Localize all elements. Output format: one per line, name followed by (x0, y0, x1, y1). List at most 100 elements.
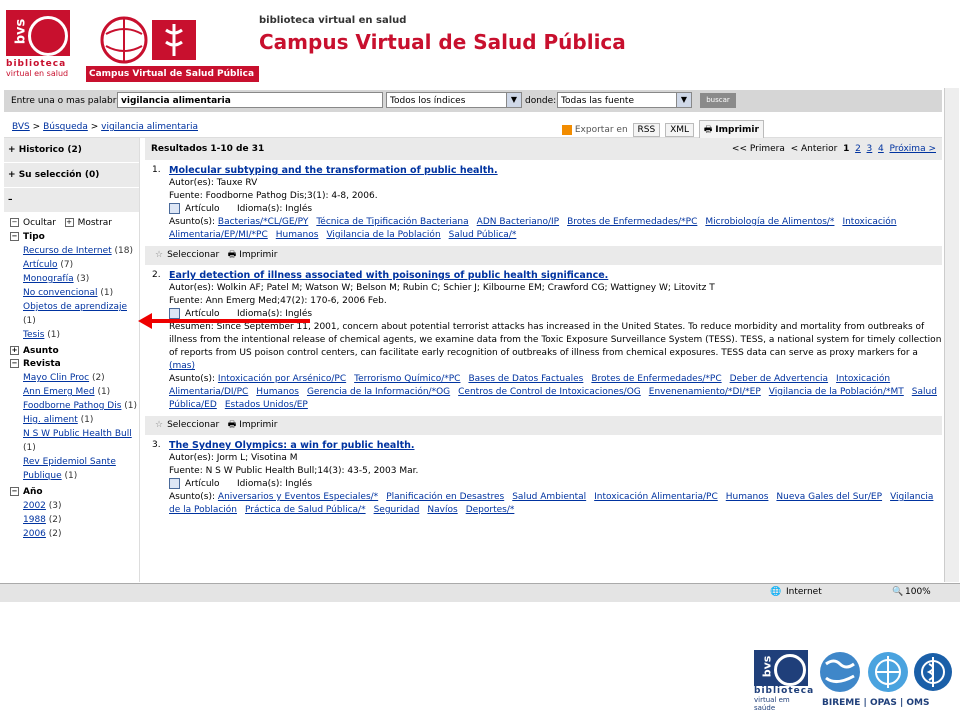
breadcrumb-bvs[interactable]: BVS (12, 122, 30, 132)
subject-link[interactable]: Salud Pública/* (449, 230, 517, 240)
subject-link[interactable]: Planificación en Desastres (386, 492, 504, 502)
pager-page[interactable]: 3 (867, 144, 873, 154)
footer-logos: bvs biblioteca virtual em saúde BIREME |… (754, 650, 954, 714)
pager-next[interactable]: Próxima > (889, 144, 936, 154)
subject-link[interactable]: Práctica de Salud Pública/* (245, 505, 366, 515)
record-language: Idioma(s): Inglés (237, 204, 313, 214)
record-title[interactable]: The Sydney Olympics: a win for public he… (169, 439, 942, 452)
facet-link[interactable]: Ann Emerg Med (23, 387, 95, 397)
subject-link[interactable]: Intoxicación por Arsénico/PC (218, 374, 346, 384)
subject-link[interactable]: Brotes de Enfermedades/*PC (567, 217, 697, 227)
record-title[interactable]: Early detection of illness associated wi… (169, 269, 942, 282)
seleccion-toggle[interactable]: + Su selección (0) (4, 163, 139, 188)
bvs-logo[interactable]: bvs biblioteca virtual en salud (6, 10, 70, 80)
subject-link[interactable]: Seguridad (374, 505, 420, 515)
print-label: Imprimir (715, 125, 759, 135)
bvs-circle-icon (28, 16, 68, 56)
filters-collapse[interactable]: – (4, 188, 139, 213)
pager-prev[interactable]: < Anterior (791, 144, 838, 154)
facet-link[interactable]: 2006 (23, 529, 46, 539)
subject-link[interactable]: Técnica de Tipificación Bacteriana (316, 217, 468, 227)
facet-link[interactable]: Foodborne Pathog Dis (23, 401, 121, 411)
subject-link[interactable]: ADN Bacteriano/IP (477, 217, 559, 227)
record-title[interactable]: Molecular subtyping and the transformati… (169, 164, 942, 177)
pager-first[interactable]: << Primera (732, 144, 785, 154)
page-title: Campus Virtual de Salud Pública (259, 30, 626, 54)
facet-tipo[interactable]: − Tipo (4, 231, 139, 244)
breadcrumb-query[interactable]: vigilancia alimentaria (101, 122, 198, 132)
subject-link[interactable]: Centros de Control de Intoxicaciones/OG (458, 387, 641, 397)
subject-link[interactable]: Deportes/* (466, 505, 515, 515)
subjects-label: Asunto(s): (169, 217, 216, 227)
more-link[interactable]: (mas) (169, 361, 195, 371)
facet-link[interactable]: Artículo (23, 260, 58, 270)
document-icon (169, 478, 180, 489)
print-link[interactable]: Imprimir (239, 420, 277, 430)
bvs-logo-mark: bvs (6, 10, 70, 56)
facet-asunto[interactable]: + Asunto (4, 345, 139, 358)
facet-link[interactable]: Tesis (23, 330, 44, 340)
facet-link[interactable]: Mayo Clin Proc (23, 373, 89, 383)
facet-link[interactable]: Hig. aliment (23, 415, 78, 425)
subject-link[interactable]: Aniversarios y Eventos Especiales/* (218, 492, 378, 502)
record-abstract: Resumen: Since September 11, 2001, conce… (169, 321, 942, 373)
subject-link[interactable]: Estados Unidos/EP (225, 400, 308, 410)
vertical-scrollbar[interactable] (944, 88, 959, 582)
facet-revista[interactable]: − Revista (4, 358, 139, 371)
record-source: Fuente: N S W Public Health Bull;14(3): … (169, 466, 419, 476)
subject-link[interactable]: Navíos (427, 505, 457, 515)
donde-label: donde: (525, 96, 557, 106)
subject-link[interactable]: Vigilancia de la Población (326, 230, 440, 240)
historico-toggle[interactable]: + Historico (2) (4, 138, 139, 163)
export-xml-button[interactable]: XML (665, 123, 695, 137)
search-input[interactable]: vigilancia alimentaria (117, 92, 383, 108)
select-link[interactable]: Seleccionar (167, 420, 219, 430)
subject-link[interactable]: Humanos (256, 387, 299, 397)
select-link[interactable]: Seleccionar (167, 250, 219, 260)
facet-link[interactable]: 2002 (23, 501, 46, 511)
subject-link[interactable]: Nueva Gales del Sur/EP (776, 492, 882, 502)
subject-link[interactable]: Bases de Datos Factuales (468, 374, 583, 384)
mostrar-link[interactable]: Mostrar (78, 218, 112, 228)
subject-link[interactable]: Deber de Advertencia (730, 374, 828, 384)
search-button[interactable]: buscar (700, 93, 736, 108)
subject-link[interactable]: Intoxicación Alimentaria/PC (594, 492, 718, 502)
seleccion-count: (0) (84, 170, 100, 180)
subject-link[interactable]: Terrorismo Químico/*PC (354, 374, 460, 384)
source-select[interactable]: Todas las fuente ▼ (557, 92, 692, 108)
print-button[interactable]: 🖶 Imprimir (698, 120, 764, 140)
facet-ano[interactable]: − Año (4, 486, 139, 499)
zoom-icon: 🔍 (892, 587, 904, 597)
facet-item: Tesis (1) (4, 328, 139, 342)
facet-link[interactable]: Objetos de aprendizaje (23, 302, 127, 312)
subject-link[interactable]: Envenenamiento/*DI/*EP (649, 387, 761, 397)
index-select[interactable]: Todos los índices ▼ (386, 92, 522, 108)
pager-page[interactable]: 2 (855, 144, 861, 154)
facet-link[interactable]: Monografía (23, 274, 74, 284)
facet-count: (1) (23, 443, 36, 453)
ocultar-link[interactable]: Ocultar (23, 218, 56, 228)
breadcrumb-separator: > (32, 122, 41, 132)
facet-link[interactable]: Recurso de Internet (23, 246, 112, 256)
globe-icon: 🌐 (770, 587, 782, 597)
export-rss-button[interactable]: RSS (632, 123, 661, 137)
breadcrumb-busqueda[interactable]: Búsqueda (43, 122, 88, 132)
subject-link[interactable]: Vigilancia de la Población/*MT (769, 387, 904, 397)
rss-feed-icon (562, 124, 572, 135)
subject-link[interactable]: Bacterias/*CL/GE/PY (218, 217, 308, 227)
subject-link[interactable]: Salud Ambiental (512, 492, 586, 502)
facet-link[interactable]: N S W Public Health Bull (23, 429, 132, 439)
facet-link[interactable]: No convencional (23, 288, 98, 298)
star-icon: ☆ (155, 420, 164, 430)
minus-box-icon: − (10, 359, 19, 368)
zoom-level[interactable]: 100% (905, 587, 931, 597)
pager-page[interactable]: 4 (878, 144, 884, 154)
subject-link[interactable]: Brotes de Enfermedades/*PC (591, 374, 721, 384)
facet-link[interactable]: 1988 (23, 515, 46, 525)
subject-link[interactable]: Gerencia de la Información/*OG (307, 387, 450, 397)
print-link[interactable]: Imprimir (239, 250, 277, 260)
subject-link[interactable]: Humanos (276, 230, 319, 240)
subject-link[interactable]: Microbiología de Alimentos/* (705, 217, 834, 227)
subjects-label: Asunto(s): (169, 492, 216, 502)
subject-link[interactable]: Humanos (726, 492, 769, 502)
